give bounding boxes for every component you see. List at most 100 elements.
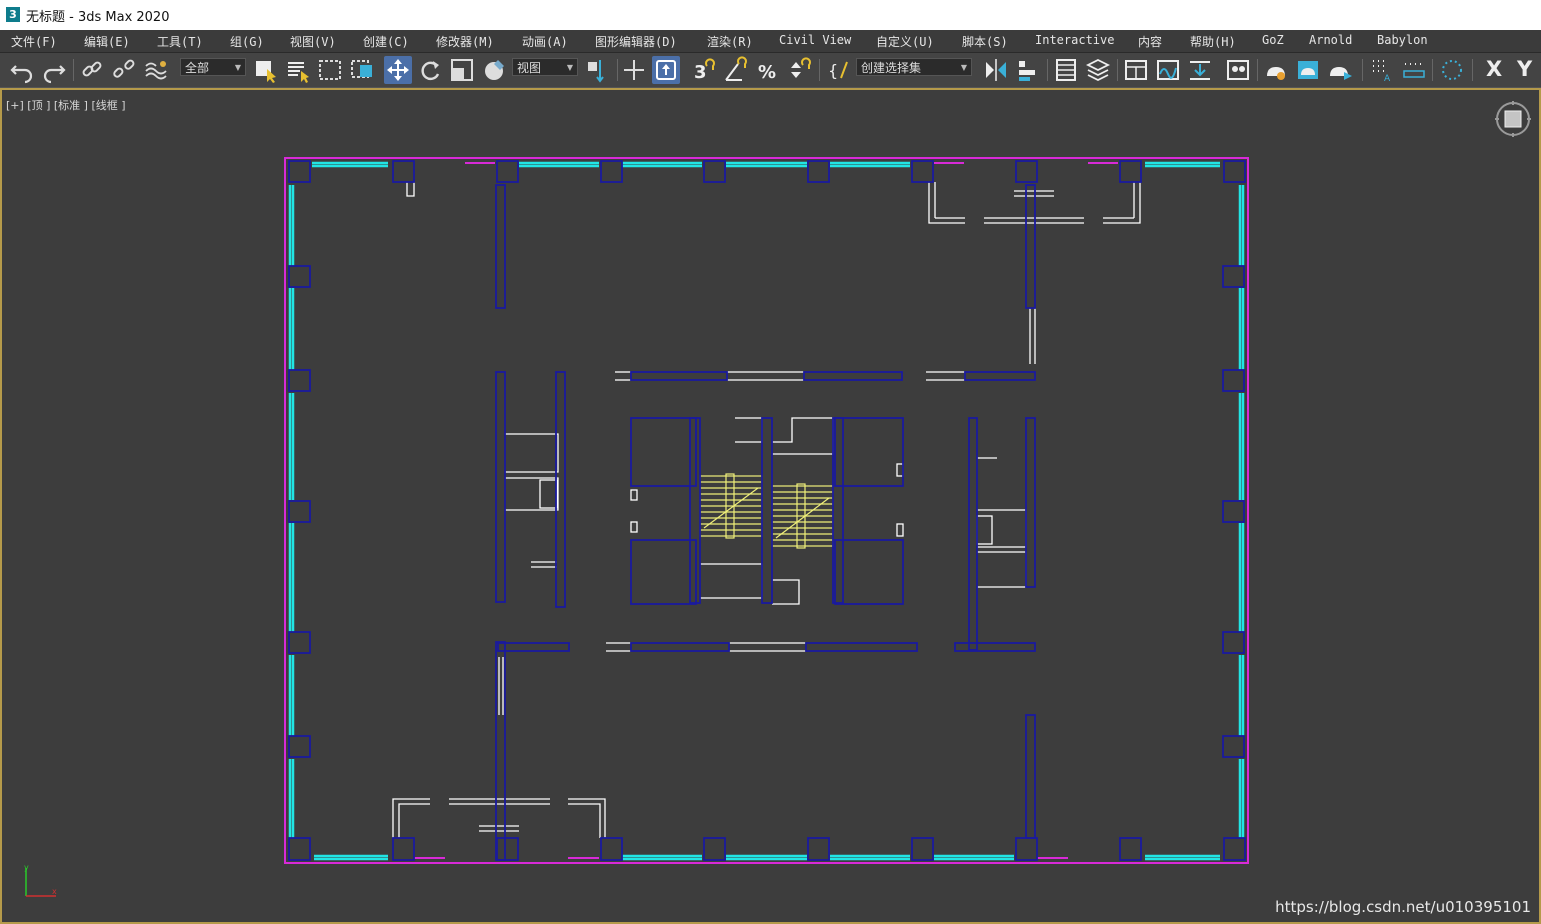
blue-wall (495, 371, 506, 603)
select-by-name-icon[interactable] (284, 56, 312, 84)
column (1015, 160, 1038, 183)
snap-dots-icon[interactable] (1438, 56, 1466, 84)
wall (398, 803, 430, 838)
undo-icon[interactable] (8, 56, 36, 84)
column (911, 160, 934, 183)
menu-help[interactable]: 帮助(H) (1190, 33, 1236, 50)
wall (630, 489, 638, 501)
angle-snap-icon[interactable] (722, 56, 750, 84)
menu-babylon[interactable]: Babylon (1377, 33, 1428, 47)
render-setup-icon[interactable] (1262, 56, 1290, 84)
keyboard-shortcut-icon[interactable] (652, 56, 680, 84)
column (288, 500, 311, 523)
svg-text:3: 3 (694, 62, 707, 83)
menu-views[interactable]: 视图(V) (290, 33, 336, 50)
svg-text:%: % (758, 62, 776, 83)
mirror-icon[interactable] (982, 56, 1010, 84)
menu-customize[interactable]: 自定义(U) (876, 33, 934, 50)
material-editor-icon[interactable] (1224, 56, 1252, 84)
menu-animation[interactable]: 动画(A) (522, 33, 568, 50)
blue-wall (497, 642, 570, 652)
watermark: https://blog.csdn.net/u010395101 (1275, 898, 1531, 916)
axis-constraint-y[interactable]: Y (1517, 57, 1532, 81)
blue-wall (495, 184, 506, 309)
link-icon[interactable] (78, 56, 106, 84)
wall (735, 417, 763, 443)
grid-text-icon[interactable]: A (1368, 56, 1396, 84)
column (600, 160, 623, 183)
menu-civil-view[interactable]: Civil View (779, 33, 851, 47)
column (288, 369, 311, 392)
title-bar: 3 无标题 - 3ds Max 2020 (0, 0, 1541, 31)
menu-goz[interactable]: GoZ (1262, 33, 1284, 47)
menu-graph-editors[interactable]: 图形编辑器(D) (595, 33, 677, 50)
axis-tripod-icon: y x (24, 864, 57, 897)
menu-group[interactable]: 组(G) (230, 33, 264, 50)
menu-scripting[interactable]: 脚本(S) (962, 33, 1008, 50)
wall (896, 463, 904, 477)
percent-snap-icon[interactable]: % (754, 56, 782, 84)
scene-explorer-icon[interactable] (1052, 56, 1080, 84)
column (496, 837, 519, 861)
blue-wall (1025, 417, 1036, 588)
unlink-icon[interactable] (110, 56, 138, 84)
layer-explorer-icon[interactable] (1084, 56, 1112, 84)
menu-rendering[interactable]: 渲染(R) (707, 33, 753, 50)
curve-editor-icon[interactable] (1154, 56, 1182, 84)
rect-region-icon[interactable] (316, 56, 344, 84)
selection-filter-dropdown[interactable]: 全部 ▼ (180, 58, 246, 76)
axis-y-label: y (24, 864, 29, 872)
edit-named-sel-icon[interactable]: { (825, 56, 853, 84)
wall (505, 477, 559, 511)
bind-spacewarp-icon[interactable] (142, 56, 170, 84)
placement-icon[interactable] (480, 56, 508, 84)
viewcube-icon[interactable] (1494, 100, 1534, 140)
wall (539, 479, 558, 509)
render-icon[interactable] (1326, 56, 1354, 84)
menu-interactive[interactable]: Interactive (1035, 33, 1114, 47)
blue-wall (968, 417, 978, 651)
pivot-icon[interactable] (584, 56, 612, 84)
menu-file[interactable]: 文件(F) (11, 33, 57, 50)
viewport-top[interactable]: [+] [顶 ] [标准 ] [线框 ] y x https://blog.cs… (0, 88, 1541, 924)
toggle-ribbon-icon[interactable] (1122, 56, 1150, 84)
menu-create[interactable]: 创建(C) (363, 33, 409, 50)
align-icon[interactable] (1014, 56, 1042, 84)
window-crossing-icon[interactable] (348, 56, 376, 84)
column (288, 631, 311, 654)
wall (772, 579, 800, 605)
axis-constraint-x[interactable]: X (1486, 57, 1502, 81)
column (1222, 500, 1245, 523)
menu-edit[interactable]: 编辑(E) (84, 33, 130, 50)
blue-wall (630, 371, 728, 381)
reference-coord-value: 视图 (517, 61, 542, 75)
reference-coord-dropdown[interactable]: 视图 ▼ (512, 58, 578, 76)
column (1222, 631, 1245, 654)
named-selection-dropdown[interactable]: 创建选择集 ▼ (856, 58, 972, 76)
menu-modifiers[interactable]: 修改器(M) (436, 33, 494, 50)
measure-icon[interactable] (1400, 56, 1428, 84)
column (288, 837, 311, 861)
wall (976, 515, 993, 545)
menu-arnold[interactable]: Arnold (1309, 33, 1352, 47)
named-selection-value: 创建选择集 (861, 61, 922, 75)
main-toolbar: 全部 ▼ 视图 ▼ 3 % { 创建选择集 ▼ A X Y (0, 53, 1541, 89)
select-icon[interactable] (252, 56, 280, 84)
menu-content[interactable]: 内容 (1138, 33, 1162, 50)
menu-tools[interactable]: 工具(T) (157, 33, 203, 50)
blue-wall (803, 371, 903, 381)
schematic-view-icon[interactable] (1186, 56, 1214, 84)
redo-icon[interactable] (40, 56, 68, 84)
scale-icon[interactable] (448, 56, 476, 84)
manipulate-icon[interactable] (620, 56, 648, 84)
column (807, 837, 830, 861)
rendered-frame-icon[interactable] (1294, 56, 1322, 84)
chevron-down-icon: ▼ (566, 63, 573, 72)
move-icon[interactable] (384, 56, 412, 84)
blue-wall (1025, 184, 1036, 309)
spinner-snap-icon[interactable] (786, 56, 814, 84)
column (288, 160, 311, 183)
column (392, 160, 415, 183)
snap-3d-icon[interactable]: 3 (690, 56, 718, 84)
rotate-icon[interactable] (416, 56, 444, 84)
